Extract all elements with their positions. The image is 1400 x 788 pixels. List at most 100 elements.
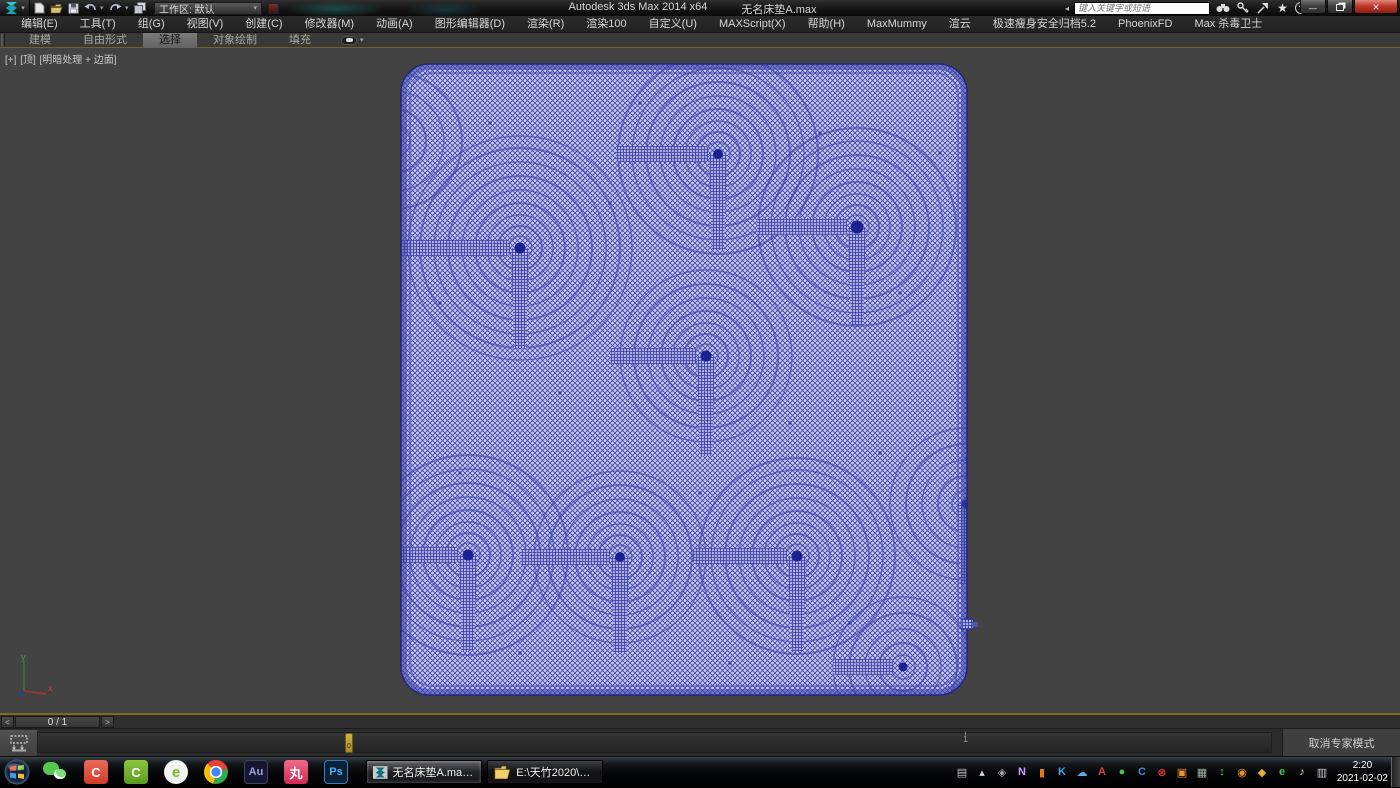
tray-network-icon[interactable]: ▥ — [1314, 764, 1330, 780]
ribbon-minimize-button[interactable]: ▾ — [341, 36, 364, 45]
redo-button[interactable] — [108, 1, 123, 15]
menu-customize[interactable]: 自定义(U) — [638, 16, 708, 33]
window-title: Autodesk 3ds Max 2014 x64 无名床垫A.max — [569, 1, 817, 17]
wechat-icon[interactable] — [42, 760, 68, 784]
menu-rendering[interactable]: 渲染(R) — [516, 16, 575, 33]
menu-phoenixfd[interactable]: PhoenixFD — [1107, 16, 1183, 33]
mini-curve-editor-button[interactable] — [0, 730, 37, 756]
menu-create[interactable]: 创建(C) — [234, 16, 293, 33]
save-file-button[interactable] — [66, 1, 81, 15]
menu-graph-editors[interactable]: 图形编辑器(D) — [424, 16, 516, 33]
tray-volume-icon[interactable]: ♪ — [1294, 764, 1310, 780]
menu-animation[interactable]: 动画(A) — [365, 16, 424, 33]
mattress-wireframe-mesh[interactable] — [400, 63, 978, 697]
menu-renderbus[interactable]: 渲云 — [938, 16, 982, 33]
minimize-icon: — — [1309, 4, 1317, 13]
prev-frame-button[interactable]: < — [1, 716, 14, 728]
tray-alert-icon[interactable]: ⊗ — [1154, 764, 1170, 780]
ribbon-tab-populate[interactable]: 填充 — [273, 33, 327, 48]
project-folder-icon — [134, 2, 147, 14]
workspace-flag-icon[interactable] — [268, 3, 279, 14]
redo-caret-icon[interactable]: ▾ — [125, 4, 131, 12]
tray-show-hidden-icon[interactable]: ▴ — [974, 764, 990, 780]
taskbar-window-explorer[interactable]: E:\天竹2020\无... — [487, 760, 603, 784]
communication-center-button[interactable] — [1255, 1, 1270, 15]
cancel-expert-mode-button[interactable]: 取消专家模式 — [1282, 729, 1400, 756]
time-playhead[interactable]: 0 — [345, 733, 353, 753]
tray-shield-icon[interactable]: ◆ — [1254, 764, 1270, 780]
tray-k-app-icon[interactable]: K — [1054, 764, 1070, 780]
ribbon-tab-freeform[interactable]: 自由形式 — [67, 33, 143, 48]
menu-maxmummy[interactable]: MaxMummy — [856, 16, 938, 33]
chrome-icon[interactable] — [204, 760, 228, 784]
ribbon-tab-selection[interactable]: 选择 — [143, 33, 197, 48]
wan-app-icon[interactable]: 丸 — [284, 760, 308, 784]
menu-render100[interactable]: 渲染100 — [575, 16, 637, 33]
tray-security-icon[interactable]: C — [1134, 764, 1150, 780]
tray-reader-icon[interactable]: A — [1094, 764, 1110, 780]
favorites-button[interactable]: ★ — [1275, 1, 1290, 15]
max-logo-menu-button[interactable]: ▾ — [0, 0, 30, 16]
search-input[interactable] — [1074, 2, 1210, 15]
camtasia-green-icon[interactable]: C — [124, 760, 148, 784]
subscription-button[interactable] — [1235, 1, 1250, 15]
tray-ime-icon[interactable]: N — [1014, 764, 1030, 780]
logo-caret-icon: ▾ — [21, 4, 25, 12]
undo-button[interactable] — [83, 1, 98, 15]
tray-keyboard-icon[interactable]: ▤ — [954, 764, 970, 780]
mesh-edge-handle[interactable] — [961, 619, 978, 629]
ribbon-tab-modeling[interactable]: 建模 — [13, 33, 67, 48]
workspace-dropdown[interactable]: 工作区: 默认 ▾ — [154, 2, 262, 15]
menu-views[interactable]: 视图(V) — [176, 16, 235, 33]
menu-max-antivirus[interactable]: Max 杀毒卫士 — [1183, 16, 1273, 33]
ribbon-drag-handle[interactable] — [1, 34, 5, 46]
restore-button[interactable] — [1327, 0, 1353, 14]
tray-usb-safe-icon[interactable]: ▦ — [1194, 764, 1210, 780]
axis-y-label: y — [21, 653, 26, 662]
tray-wechat-icon[interactable]: ● — [1114, 764, 1130, 780]
ribbon-tab-object-paint[interactable]: 对象绘制 — [197, 33, 273, 48]
audition-icon[interactable]: Au — [244, 760, 268, 784]
viewport-pov-menu[interactable]: [顶] — [20, 55, 36, 66]
tray-360-icon[interactable]: e — [1274, 764, 1290, 780]
taskbar-window-3dsmax[interactable]: 无名床垫A.max -... — [366, 760, 482, 784]
menu-bar: 编辑(E) 工具(T) 组(G) 视图(V) 创建(C) 修改器(M) 动画(A… — [0, 16, 1400, 33]
menu-tools[interactable]: 工具(T) — [69, 16, 127, 33]
browser-360-icon[interactable]: e — [164, 760, 188, 784]
viewport-top[interactable]: [+] [顶] [明暗处理 + 边面] — [0, 48, 1400, 715]
menu-help[interactable]: 帮助(H) — [797, 16, 856, 33]
search-button[interactable] — [1215, 1, 1230, 15]
tray-netspeed-icon[interactable]: ↕ — [1214, 764, 1230, 780]
folder-icon — [494, 765, 511, 780]
undo-caret-icon[interactable]: ▾ — [100, 4, 106, 12]
menu-maxscript[interactable]: MAXScript(X) — [708, 16, 797, 33]
minimize-button[interactable]: — — [1300, 0, 1326, 14]
taskbar-clock[interactable]: 2:20 2021-02-02 — [1337, 759, 1388, 785]
menu-group[interactable]: 组(G) — [127, 16, 176, 33]
show-desktop-button[interactable] — [1391, 757, 1400, 787]
binoculars-icon — [1216, 3, 1230, 13]
menu-modifiers[interactable]: 修改器(M) — [294, 16, 366, 33]
track-bar[interactable]: 0 1 — [37, 732, 1272, 753]
tray-cloud-icon[interactable]: ☁ — [1074, 764, 1090, 780]
tray-screenshot-icon[interactable]: ◉ — [1234, 764, 1250, 780]
viewport-shading-menu[interactable]: [明暗处理 + 边面] — [40, 55, 117, 66]
tray-usb-icon[interactable]: ▮ — [1034, 764, 1050, 780]
photoshop-icon[interactable]: Ps — [324, 760, 348, 784]
camtasia-red-icon[interactable]: C — [84, 760, 108, 784]
next-frame-button[interactable]: > — [101, 716, 114, 728]
frame-counter[interactable]: 0 / 1 — [15, 716, 100, 728]
start-button[interactable] — [0, 757, 34, 787]
new-file-button[interactable] — [32, 1, 47, 15]
menu-slim-archive[interactable]: 极速瘦身安全归档5.2 — [982, 16, 1107, 33]
close-button[interactable]: × — [1354, 0, 1398, 14]
tray-utility-icon[interactable]: ◈ — [994, 764, 1010, 780]
viewport-general-menu[interactable]: [+] — [5, 55, 16, 66]
app-title: Autodesk 3ds Max 2014 x64 — [569, 1, 708, 17]
project-folder-button[interactable] — [133, 1, 148, 15]
infocenter-collapse-icon[interactable]: ◂ — [1065, 4, 1069, 13]
menu-edit[interactable]: 编辑(E) — [10, 16, 69, 33]
tray-storage-icon[interactable]: ▣ — [1174, 764, 1190, 780]
redo-icon — [109, 3, 122, 14]
open-file-button[interactable] — [49, 1, 64, 15]
